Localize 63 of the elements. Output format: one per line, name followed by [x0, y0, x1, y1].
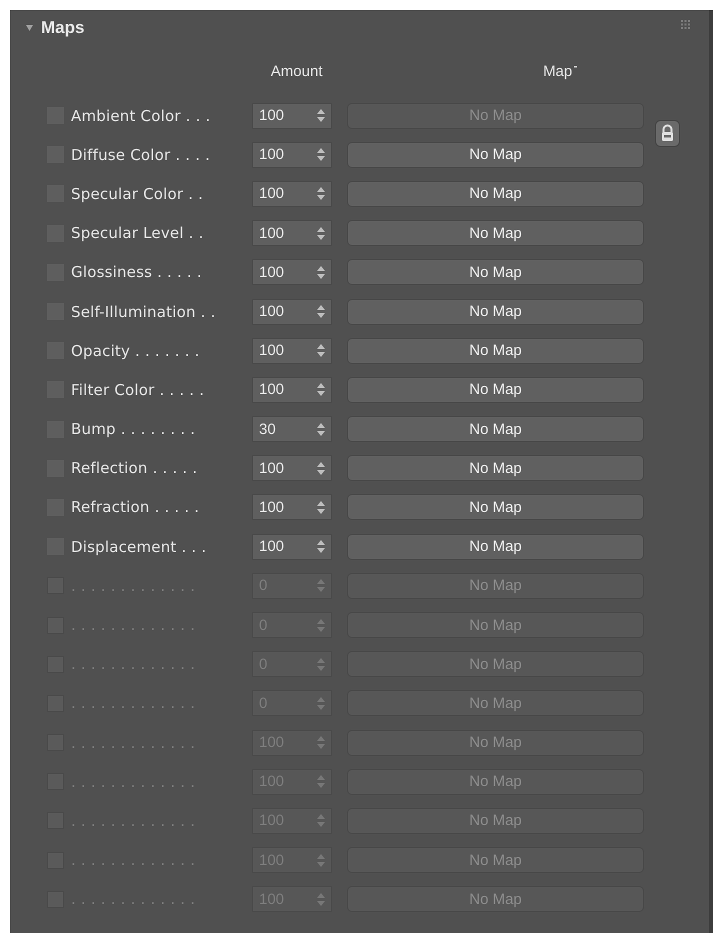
amount-spinner[interactable]: 100 [252, 534, 332, 560]
spinner-arrows-icon[interactable] [317, 383, 325, 396]
map-slot-button[interactable]: No Map [347, 338, 644, 364]
map-slot-button[interactable]: No Map [347, 142, 644, 168]
spinner-arrows-icon[interactable] [317, 422, 325, 436]
spinner-arrows-icon[interactable] [317, 344, 325, 358]
map-slot-button[interactable]: No Map [347, 259, 644, 286]
map-label: Refraction . . . . . [71, 498, 200, 516]
map-label: Opacity . . . . . . . [71, 342, 201, 360]
map-label: . . . . . . . . . . . . . [71, 616, 196, 634]
column-header: Amount [270, 62, 324, 80]
map-label: Filter Color . . . . . [71, 380, 206, 399]
map-slot-button[interactable]: No Map [347, 416, 644, 442]
map-label: Glossiness . . . . . [71, 263, 203, 282]
map-label: . . . . . . . . . . . . . [71, 734, 196, 752]
map-label: . . . . . . . . . . . . . [71, 576, 196, 595]
map-label: Bump . . . . . . . . [71, 420, 196, 438]
rollout-title[interactable]: Maps [41, 18, 84, 38]
spinner-arrows-icon[interactable] [317, 109, 325, 122]
map-label: . . . . . . . . . . . . . [71, 851, 196, 870]
lock-icon[interactable] [655, 120, 680, 147]
spinner-arrows-icon[interactable] [317, 305, 325, 318]
map-label: Self-Illumination . . [71, 302, 217, 321]
map-slot-button[interactable]: No Map [347, 534, 644, 560]
map-label: Displacement . . . [71, 538, 208, 556]
amount-spinner[interactable]: 100 [252, 494, 332, 520]
spinner-arrows-icon[interactable] [317, 226, 325, 240]
map-slot-button[interactable]: No Map [347, 494, 644, 520]
amount-spinner[interactable]: 30 [252, 416, 332, 442]
column-header: Map [543, 62, 572, 80]
map-label: Diffuse Color . . . . [71, 146, 212, 164]
map-label: Specular Color . . [71, 184, 204, 203]
spinner-arrows-icon[interactable] [317, 187, 325, 200]
amount-spinner[interactable]: 100 [252, 376, 332, 403]
spinner-arrows-icon[interactable] [317, 462, 325, 475]
map-slot-button[interactable]: No Map [347, 298, 644, 325]
map-slot-button[interactable]: No Map [347, 376, 644, 403]
amount-spinner[interactable]: 100 [252, 259, 332, 286]
map-label: Reflection . . . . . [71, 459, 198, 478]
map-slot-button[interactable]: No Map [347, 180, 644, 207]
grip-icon[interactable] [681, 20, 690, 29]
amount-spinner[interactable]: 100 [252, 298, 332, 325]
amount-spinner[interactable]: 100 [252, 455, 332, 482]
map-label: Specular Level . . [71, 224, 205, 242]
amount-spinner[interactable]: 100 [252, 102, 332, 129]
map-slot-button[interactable]: No Map [347, 220, 644, 246]
amount-spinner[interactable]: 100 [252, 220, 332, 246]
amount-spinner[interactable]: 100 [252, 180, 332, 207]
spinner-arrows-icon[interactable] [317, 148, 325, 162]
amount-spinner[interactable]: 100 [252, 338, 332, 364]
spinner-arrows-icon[interactable] [317, 266, 325, 279]
map-label: . . . . . . . . . . . . . [71, 890, 196, 908]
map-label: . . . . . . . . . . . . . [71, 655, 196, 674]
map-label: . . . . . . . . . . . . . [71, 694, 196, 712]
spinner-arrows-icon[interactable] [317, 540, 325, 554]
spinner-arrows-icon[interactable] [317, 500, 325, 514]
amount-spinner[interactable]: 100 [252, 142, 332, 168]
marker-icon [574, 66, 578, 68]
map-label: Ambient Color . . . [71, 106, 212, 125]
map-label: . . . . . . . . . . . . . [71, 772, 196, 791]
map-label: . . . . . . . . . . . . . [71, 812, 196, 830]
map-slot-button[interactable]: No Map [347, 455, 644, 482]
collapse-arrow-icon[interactable] [26, 25, 33, 31]
